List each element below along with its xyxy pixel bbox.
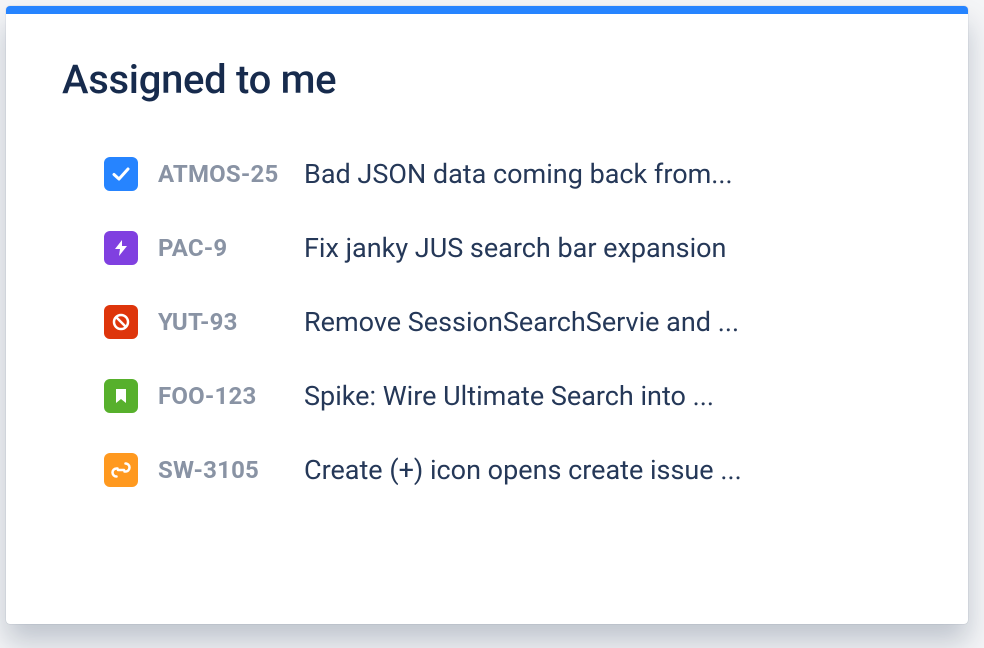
- issue-summary: Fix janky JUS search bar expansion: [304, 232, 726, 264]
- issue-summary: Bad JSON data coming back from...: [304, 158, 733, 190]
- panel-title: Assigned to me: [62, 56, 912, 103]
- issue-key: FOO-123: [158, 382, 304, 410]
- issue-key: PAC-9: [158, 234, 304, 262]
- issue-row[interactable]: FOO-123 Spike: Wire Ultimate Search into…: [104, 379, 912, 413]
- issue-summary: Spike: Wire Ultimate Search into ...: [304, 380, 714, 412]
- epic-icon: [104, 231, 138, 265]
- issue-key: SW-3105: [158, 456, 304, 484]
- issue-summary: Create (+) icon opens create issue ...: [304, 454, 742, 486]
- subtask-icon: [104, 453, 138, 487]
- task-icon: [104, 157, 138, 191]
- issue-row[interactable]: YUT-93 Remove SessionSearchServie and ..…: [104, 305, 912, 339]
- bug-icon: [104, 305, 138, 339]
- assigned-to-me-panel: Assigned to me ATMOS-25 Bad JSON data co…: [6, 6, 968, 624]
- issue-row[interactable]: PAC-9 Fix janky JUS search bar expansion: [104, 231, 912, 265]
- issue-key: YUT-93: [158, 308, 304, 336]
- story-icon: [104, 379, 138, 413]
- issue-row[interactable]: SW-3105 Create (+) icon opens create iss…: [104, 453, 912, 487]
- issue-row[interactable]: ATMOS-25 Bad JSON data coming back from.…: [104, 157, 912, 191]
- issue-summary: Remove SessionSearchServie and ...: [304, 306, 739, 338]
- issue-list: ATMOS-25 Bad JSON data coming back from.…: [62, 157, 912, 487]
- issue-key: ATMOS-25: [158, 160, 304, 188]
